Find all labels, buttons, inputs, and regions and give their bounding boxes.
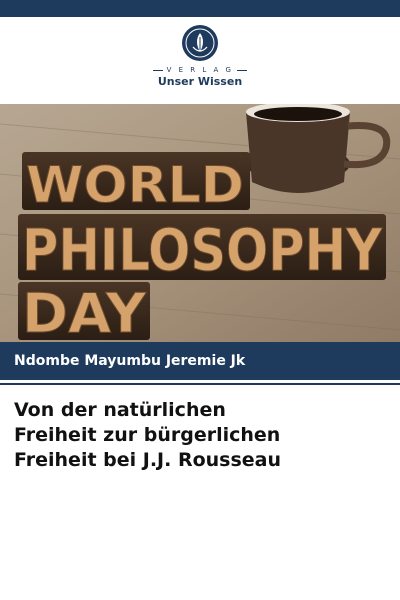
book-title-line-3: Freiheit bei J.J. Rousseau xyxy=(14,449,282,471)
book-title: Von der natürlichen Freiheit zur bürgerl… xyxy=(14,398,394,473)
publisher-logo: V E R L A G Unser Wissen xyxy=(0,25,400,88)
publisher-emblem-icon xyxy=(182,25,218,61)
publisher-verlag-label: V E R L A G xyxy=(0,66,400,74)
cover-photo: WORLD PHILOSOPHY DAY xyxy=(0,104,400,342)
cover-word-day: DAY xyxy=(22,282,147,342)
book-title-line-2: Freiheit zur bürgerlichen xyxy=(14,424,281,446)
publisher-imprint-name: Unser Wissen xyxy=(157,75,243,88)
divider-line xyxy=(0,383,400,385)
author-name: Ndombe Mayumbu Jeremie Jk xyxy=(14,353,246,369)
author-band: Ndombe Mayumbu Jeremie Jk xyxy=(0,342,400,380)
book-title-line-1: Von der natürlichen xyxy=(14,399,226,421)
cover-word-world: WORLD xyxy=(26,156,244,214)
top-color-band xyxy=(0,0,400,17)
cover-word-philosophy: PHILOSOPHY xyxy=(22,216,383,284)
